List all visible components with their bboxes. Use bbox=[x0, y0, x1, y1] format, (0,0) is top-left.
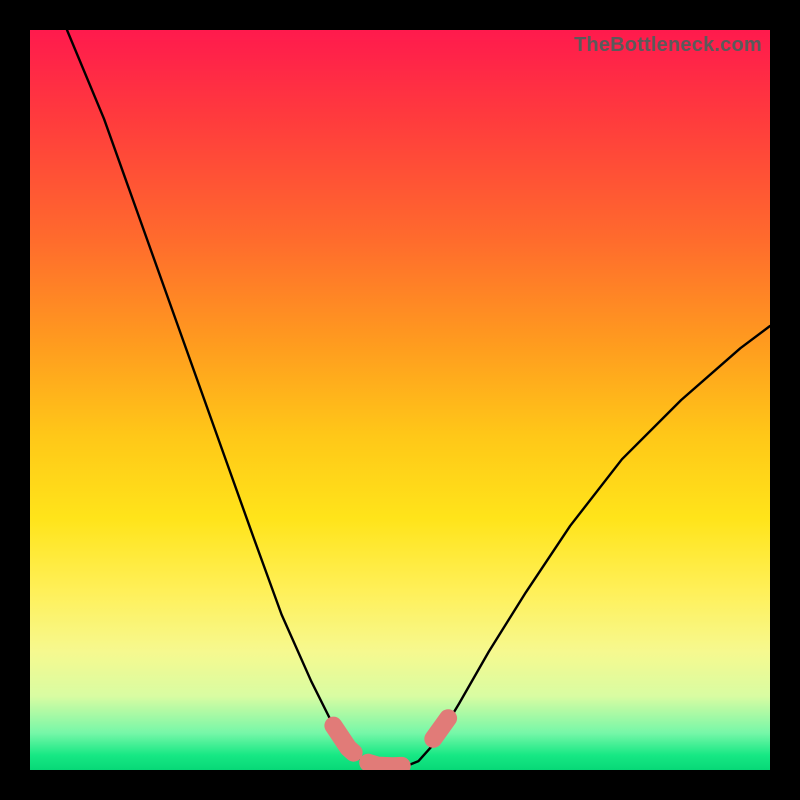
optimal-range-highlight-extra bbox=[433, 718, 448, 739]
chart-svg bbox=[30, 30, 770, 770]
watermark-text: TheBottleneck.com bbox=[574, 34, 762, 57]
bottleneck-curve bbox=[67, 30, 770, 766]
plot-area: TheBottleneck.com bbox=[30, 30, 770, 770]
chart-frame: TheBottleneck.com bbox=[0, 0, 800, 800]
optimal-range-highlight bbox=[333, 726, 418, 767]
